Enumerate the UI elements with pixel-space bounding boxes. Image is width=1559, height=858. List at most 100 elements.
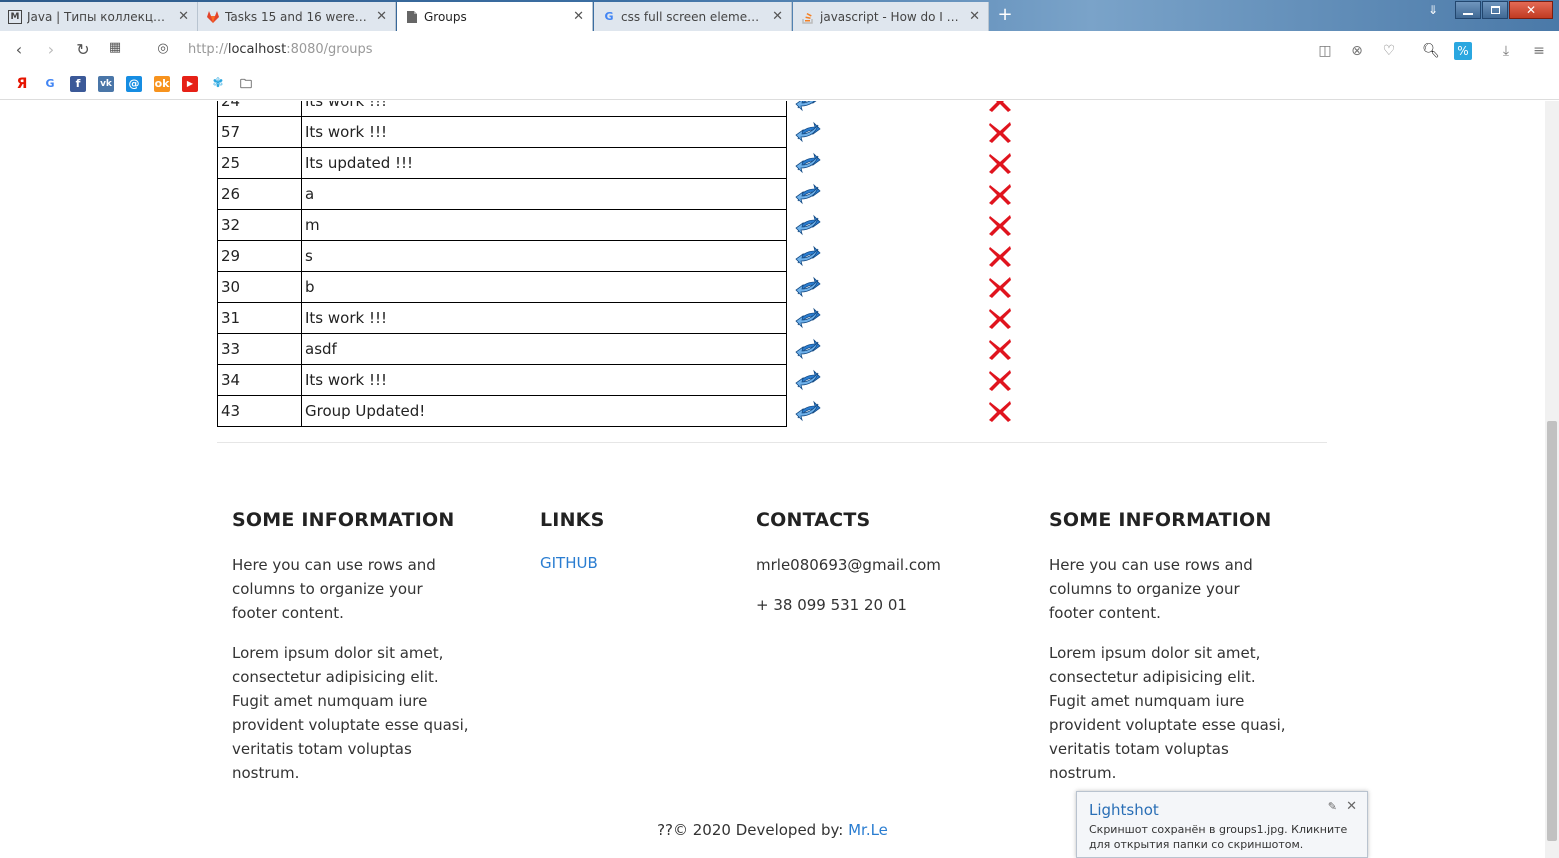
close-icon[interactable]: ✕	[772, 9, 783, 24]
edit-icon[interactable]	[795, 181, 821, 207]
scroll-thumb[interactable]	[1547, 421, 1557, 841]
yandex-icon[interactable]: Я	[14, 76, 30, 92]
zoom-icon[interactable]: 🔍︎	[1422, 42, 1440, 60]
delete-icon[interactable]	[987, 212, 1013, 238]
speed-dial-icon[interactable]: ▦	[99, 40, 131, 55]
edit-icon[interactable]	[795, 243, 821, 269]
tab-css[interactable]: G css full screen element - По ✕	[594, 2, 792, 31]
delete-cell	[987, 117, 1027, 148]
mail-icon[interactable]: @	[126, 76, 142, 92]
group-id-cell: 29	[217, 240, 302, 272]
group-id-cell: 24	[217, 101, 302, 117]
new-tab-button[interactable]: +	[995, 5, 1015, 25]
delete-cell	[987, 334, 1027, 365]
tab-javascript[interactable]: javascript - How do I make ✕	[793, 2, 989, 31]
document-icon	[405, 10, 419, 24]
delete-cell	[987, 365, 1027, 396]
table-row: 29 s	[217, 240, 1027, 272]
group-name-cell: b	[301, 271, 787, 303]
delete-icon[interactable]	[987, 181, 1013, 207]
camera-icon[interactable]: ◫	[1316, 42, 1334, 60]
minimize-button[interactable]	[1455, 0, 1481, 20]
delete-cell	[987, 148, 1027, 179]
youtube-icon[interactable]: ▶	[182, 76, 198, 92]
copyright-text: ??© 2020 Developed by:	[657, 821, 849, 839]
table-row: 24 Its work !!!	[217, 101, 1027, 117]
forward-icon[interactable]: ›	[35, 40, 67, 59]
edit-icon[interactable]	[795, 212, 821, 238]
pin-icon[interactable]: ✎	[1328, 800, 1337, 813]
table-row: 32 m	[217, 209, 1027, 241]
reload-icon[interactable]: ↻	[67, 40, 99, 59]
tab-java[interactable]: M Java | Типы коллекций. Ин ✕	[0, 2, 198, 31]
edit-cell	[787, 179, 987, 210]
close-icon[interactable]: ✕	[1346, 799, 1357, 814]
folder-icon[interactable]: 🗀	[238, 76, 254, 92]
group-id-cell: 57	[217, 116, 302, 148]
edit-icon[interactable]	[795, 119, 821, 145]
lightshot-notification[interactable]: Lightshot Скриншот сохранён в groups1.jp…	[1076, 791, 1368, 858]
facebook-icon[interactable]: f	[70, 76, 86, 92]
tab-gitlab[interactable]: Tasks 15 and 16 were done ✕	[198, 2, 396, 31]
url-protocol: http://	[188, 42, 228, 57]
close-icon[interactable]: ✕	[376, 9, 387, 24]
menu-icon[interactable]: ≡	[1530, 42, 1548, 60]
delete-icon[interactable]	[987, 119, 1013, 145]
discount-icon[interactable]: %	[1454, 42, 1472, 60]
group-id-cell: 31	[217, 302, 302, 334]
aliexpress-icon[interactable]: ✾	[210, 76, 226, 92]
bookmarks-bar: Я G f vk @ ok ▶ ✾ 🗀	[0, 69, 1559, 100]
gmail-icon: M	[8, 9, 22, 24]
delete-icon[interactable]	[987, 367, 1013, 393]
edit-icon[interactable]	[795, 305, 821, 331]
edit-icon[interactable]	[795, 336, 821, 362]
edit-icon[interactable]	[795, 367, 821, 393]
heart-icon[interactable]: ♡	[1380, 42, 1398, 60]
delete-icon[interactable]	[987, 305, 1013, 331]
delete-icon[interactable]	[987, 398, 1013, 424]
github-link[interactable]: GITHUB	[540, 554, 598, 572]
delete-icon[interactable]	[987, 243, 1013, 269]
edit-cell	[787, 210, 987, 241]
tab-label: Groups	[424, 9, 467, 24]
edit-icon[interactable]	[795, 150, 821, 176]
edit-icon[interactable]	[795, 398, 821, 424]
url-field[interactable]: http://localhost:8080/groups	[188, 42, 373, 57]
edit-icon[interactable]	[795, 274, 821, 300]
scrollbar[interactable]	[1545, 101, 1559, 858]
group-name-cell: Its work !!!	[301, 116, 787, 148]
page-viewport: 24 Its work !!! 57 Its work !!! 25 Its u…	[0, 101, 1545, 858]
close-icon[interactable]: ✕	[969, 9, 980, 24]
notification-title: Lightshot	[1089, 801, 1159, 819]
vk-icon[interactable]: vk	[98, 76, 114, 92]
edit-cell	[787, 272, 987, 303]
close-icon[interactable]: ✕	[178, 9, 189, 24]
url-rest: :8080/groups	[286, 42, 373, 57]
maximize-button[interactable]	[1482, 0, 1508, 20]
url-host: localhost	[227, 42, 287, 57]
group-id-cell: 34	[217, 364, 302, 396]
download-icon[interactable]: ⤓	[1497, 42, 1515, 60]
google-icon[interactable]: G	[42, 76, 58, 92]
table-row: 33 asdf	[217, 333, 1027, 365]
adblock-icon[interactable]: ⊗	[1348, 42, 1366, 60]
table-row: 25 Its updated !!!	[217, 147, 1027, 179]
back-icon[interactable]: ‹	[3, 40, 35, 59]
tab-groups[interactable]: Groups ✕	[397, 2, 593, 31]
groups-table: 24 Its work !!! 57 Its work !!! 25 Its u…	[217, 101, 1027, 427]
author-link[interactable]: Mr.Le	[848, 821, 888, 839]
delete-icon[interactable]	[987, 101, 1013, 114]
tab-menu-icon[interactable]: ⇓	[1423, 0, 1443, 20]
odnoklassniki-icon[interactable]: ok	[154, 76, 170, 92]
group-name-cell: asdf	[301, 333, 787, 365]
tab-label: Tasks 15 and 16 were done	[225, 9, 370, 24]
delete-icon[interactable]	[987, 274, 1013, 300]
footer-heading: SOME INFORMATION	[232, 509, 455, 531]
close-window-button[interactable]: ✕	[1509, 0, 1553, 20]
tab-strip: M Java | Типы коллекций. Ин ✕ Tasks 15 a…	[0, 0, 1559, 31]
edit-icon[interactable]	[795, 101, 821, 114]
delete-icon[interactable]	[987, 336, 1013, 362]
close-icon[interactable]: ✕	[573, 9, 584, 24]
delete-icon[interactable]	[987, 150, 1013, 176]
footer-heading: LINKS	[540, 509, 605, 531]
